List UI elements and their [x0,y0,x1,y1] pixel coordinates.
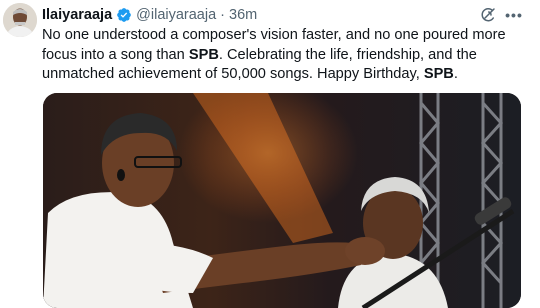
mention-spb: SPB [423,66,454,82]
author-handle[interactable]: @ilaiyaraaja [136,7,216,23]
photo-illustration [43,93,521,308]
mention-spb: SPB [188,46,219,63]
avatar[interactable] [3,3,37,37]
verified-badge-icon [116,7,132,23]
timestamp[interactable]: 36m [229,7,257,23]
separator: · [220,7,226,23]
tweet-text: No one understood a composer's vision fa… [42,26,530,85]
tweet-text-part: . [453,66,458,82]
more-glyph: ••• [505,7,523,23]
tweet-header: Ilaiyaraaja @ilaiyaraaja · 36m [42,5,257,25]
more-icon[interactable]: ••• [504,5,524,25]
author-name[interactable]: Ilaiyaraaja [42,7,112,23]
tweet-photo[interactable] [43,93,521,308]
grok-icon[interactable] [479,6,497,24]
